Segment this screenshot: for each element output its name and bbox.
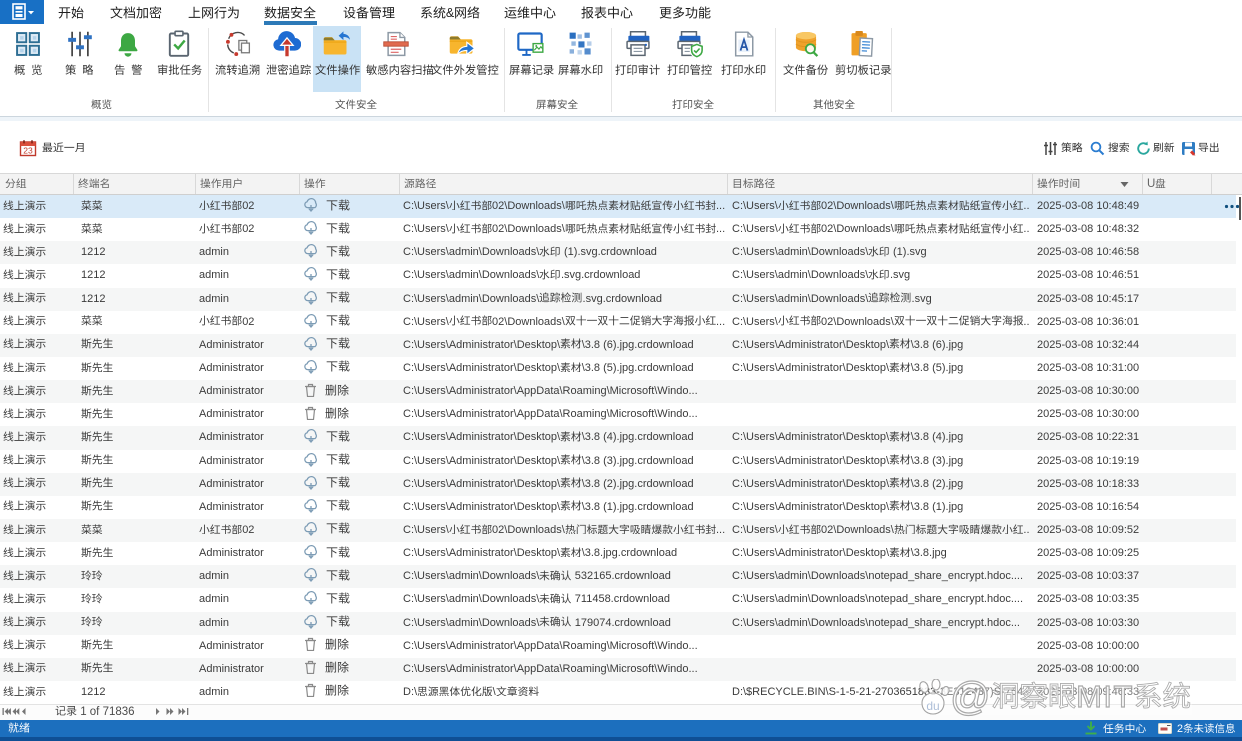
svg-text:du: du — [926, 699, 939, 713]
svg-text:23: 23 — [23, 146, 33, 156]
